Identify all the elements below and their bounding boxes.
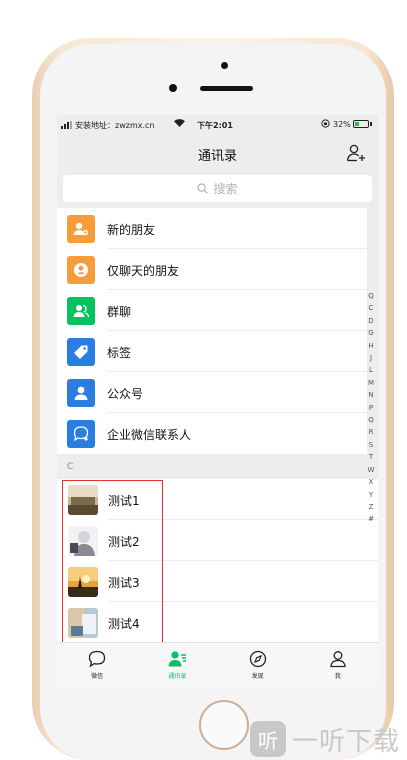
- tab-label: 我: [334, 673, 341, 680]
- site-watermark: 听 一听下载: [250, 718, 400, 760]
- index-letter[interactable]: L: [362, 364, 378, 376]
- new-friend-icon: [67, 215, 95, 243]
- camera-dot: [221, 62, 228, 69]
- index-letter[interactable]: P: [362, 402, 378, 414]
- front-camera: [169, 84, 177, 92]
- highlight-box: [62, 480, 163, 643]
- list-item-official-accounts[interactable]: 公众号: [57, 372, 367, 413]
- index-letter[interactable]: C: [362, 302, 378, 314]
- status-bar: 安装地址：zwzmx.cn 下午2:01 32%: [57, 115, 378, 135]
- add-friend-icon[interactable]: [346, 144, 366, 162]
- index-letter[interactable]: R: [362, 426, 378, 438]
- index-letter[interactable]: M: [362, 377, 378, 389]
- tab-contacts[interactable]: 通讯录: [137, 643, 217, 687]
- index-letter[interactable]: H: [362, 340, 378, 352]
- tab-chats[interactable]: 微信: [57, 643, 137, 687]
- function-list: 新的朋友 仅聊天的朋友 群聊 标签 公众号 企业微信联系人: [57, 208, 367, 454]
- official-account-icon: [67, 379, 95, 407]
- status-time: 下午2:01: [197, 121, 233, 130]
- list-item-label: 群聊: [107, 305, 132, 319]
- phone-screen: 安装地址：zwzmx.cn 下午2:01 32% 通讯录 搜索 新的朋友 仅聊天…: [57, 115, 378, 687]
- watermark-logo: 听: [250, 721, 286, 757]
- compass-icon: [249, 650, 266, 668]
- list-item-label: 标签: [107, 346, 132, 360]
- tab-discover[interactable]: 发现: [218, 643, 298, 687]
- list-item-label: 企业微信联系人: [107, 428, 192, 442]
- index-letter[interactable]: N: [362, 389, 378, 401]
- index-letter[interactable]: J: [362, 352, 378, 364]
- index-letter[interactable]: Q: [362, 290, 378, 302]
- index-letter[interactable]: G: [362, 327, 378, 339]
- wecom-contact-icon: [67, 420, 95, 448]
- section-header: C: [57, 456, 378, 479]
- rotation-lock-icon: [321, 119, 330, 130]
- battery-percent: 32%: [333, 120, 351, 129]
- index-letter[interactable]: Z: [362, 501, 378, 513]
- page-title: 通讯录: [197, 149, 237, 164]
- index-letter[interactable]: W: [362, 464, 378, 476]
- battery-tip: [370, 122, 372, 126]
- carrier-text: 安装地址：zwzmx.cn: [75, 121, 155, 130]
- list-item-label: 公众号: [107, 387, 144, 401]
- navigation-bar: 通讯录: [57, 135, 378, 171]
- list-item-group-chats[interactable]: 群聊: [57, 290, 367, 331]
- list-item-label: 新的朋友: [107, 223, 156, 237]
- search-placeholder: 搜索: [213, 182, 238, 196]
- signal-icon: [61, 121, 72, 129]
- tab-label: 发现: [251, 673, 264, 680]
- index-letter[interactable]: T: [362, 451, 378, 463]
- index-letter[interactable]: S: [362, 439, 378, 451]
- list-item-chat-only-friends[interactable]: 仅聊天的朋友: [57, 249, 367, 290]
- search-icon: [197, 183, 209, 194]
- list-item-new-friends[interactable]: 新的朋友: [57, 208, 367, 249]
- list-item-label: 仅聊天的朋友: [107, 264, 180, 278]
- index-letter[interactable]: Q: [362, 414, 378, 426]
- battery-icon: [353, 120, 369, 128]
- index-letter[interactable]: Y: [362, 489, 378, 501]
- chat-only-friend-icon: [67, 256, 95, 284]
- index-letter[interactable]: X: [362, 476, 378, 488]
- tag-icon: [67, 338, 95, 366]
- index-letter[interactable]: #: [362, 513, 378, 525]
- watermark-text: 一听下载: [292, 726, 401, 757]
- search-bar[interactable]: 搜索: [63, 175, 372, 202]
- contacts-icon: [168, 651, 187, 667]
- tab-label: 微信: [91, 673, 104, 680]
- wifi-icon: [174, 119, 185, 130]
- person-icon: [330, 651, 346, 668]
- home-button[interactable]: [199, 700, 249, 750]
- tab-me[interactable]: 我: [298, 643, 378, 687]
- list-item-wecom-contacts[interactable]: 企业微信联系人: [57, 413, 367, 454]
- chat-bubble-icon: [88, 650, 106, 668]
- tab-label: 通讯录: [168, 673, 187, 680]
- tab-bar: 微信 通讯录 发现 我: [57, 642, 378, 687]
- alphabet-index[interactable]: Q C D G H J L M N P Q R S T W X Y Z #: [362, 290, 378, 526]
- index-letter[interactable]: D: [362, 315, 378, 327]
- list-item-tags[interactable]: 标签: [57, 331, 367, 372]
- group-chat-icon: [67, 297, 95, 325]
- earpiece-speaker: [200, 86, 253, 91]
